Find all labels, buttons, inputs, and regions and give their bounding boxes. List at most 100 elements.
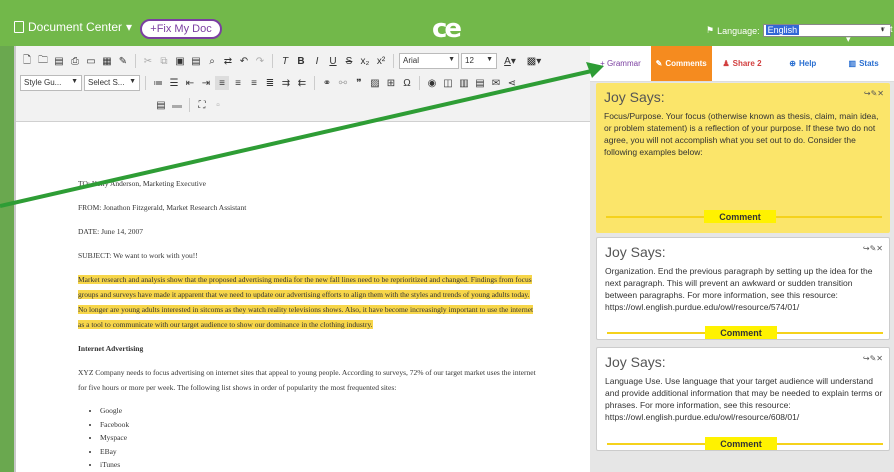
iframe-icon[interactable]: ▤ <box>473 76 487 90</box>
section-heading: Internet Advertising <box>78 344 144 353</box>
paste-text-icon[interactable]: ▤ <box>189 54 203 68</box>
print-icon[interactable]: ⎙ <box>68 54 82 68</box>
direction-rtl-icon[interactable]: ⇇ <box>295 76 309 90</box>
list-item: Myspace <box>100 431 538 445</box>
comment-card[interactable]: Joy Says: ↪✎✕ Organization. End the prev… <box>596 237 890 340</box>
bullet-list-icon[interactable]: ☰ <box>167 76 181 90</box>
paragraph-highlighted: Market research and analysis show that t… <box>78 272 538 332</box>
highlighted-text[interactable]: Market research and analysis show that t… <box>78 275 534 329</box>
help-icon: ⊕ <box>789 59 796 68</box>
flag-icon: ⚑ <box>706 25 715 35</box>
superscript-icon[interactable]: x² <box>374 54 388 68</box>
document-center-label: Document Center <box>28 20 123 34</box>
justify-icon[interactable]: ≣ <box>263 76 277 90</box>
style-value: Style Gu... <box>24 78 62 87</box>
toolbar-row-1: 🗋 🗀 ▤ ⎙ ▭ ▦ ✎ ✂ ⧉ ▣ ▤ ⌕ ⇄ ↶ ↷ T B I U S … <box>20 52 545 70</box>
separator <box>272 54 273 68</box>
edit-icon[interactable]: ✎ <box>116 54 130 68</box>
tab-comments-label: Comments <box>665 59 707 68</box>
close-icon[interactable]: ✕ <box>876 354 883 363</box>
paste-icon[interactable]: ▣ <box>173 54 187 68</box>
font-size-value: 12 <box>465 56 474 65</box>
text-color-icon[interactable]: A ▾ <box>499 54 521 68</box>
tab-comments[interactable]: ✎ Comments <box>650 46 712 81</box>
align-center-icon[interactable]: ≡ <box>231 76 245 90</box>
page-break-icon[interactable]: ▥ <box>457 76 471 90</box>
numbered-list-icon[interactable]: ≔ <box>151 76 165 90</box>
redo-icon[interactable]: ↷ <box>253 54 267 68</box>
my-account-menu[interactable]: My Account ▾ <box>846 24 894 45</box>
comment-button[interactable]: Comment <box>705 326 777 339</box>
subscript-icon[interactable]: x₂ <box>358 54 372 68</box>
font-select[interactable]: Arial ▼ <box>399 53 459 69</box>
list-item: Google <box>100 404 538 418</box>
separator <box>135 54 136 68</box>
blockquote-icon[interactable]: ❞ <box>352 76 366 90</box>
source-icon[interactable]: ▤ <box>154 98 168 112</box>
align-left-icon[interactable]: ≡ <box>215 76 229 90</box>
table-icon[interactable]: ⊞ <box>384 76 398 90</box>
comment-button[interactable]: Comment <box>704 210 776 223</box>
indent-icon[interactable]: ⇥ <box>199 76 213 90</box>
link-icon[interactable]: ⚭ <box>320 76 334 90</box>
toolbar-row-2: Style Gu... ▼ Select S... ▼ ≔ ☰ ⇤ ⇥ ≡ ≡ ≡ … <box>20 74 519 92</box>
toolbar-row-3: ▤ ▬ ⛶ ▫ <box>154 96 225 114</box>
fix-my-doc-button[interactable]: +Fix My Doc <box>140 19 222 39</box>
document-page[interactable]: TO: Kelly Anderson, Marketing Executive … <box>78 176 538 472</box>
open-icon[interactable]: 🗀 <box>36 54 50 68</box>
special-char-icon[interactable]: Ω <box>400 76 414 90</box>
separator <box>145 76 146 90</box>
style-select[interactable]: Style Gu... ▼ <box>20 75 82 91</box>
document-props-icon[interactable]: ◫ <box>441 76 455 90</box>
reply-icon[interactable]: ↪ <box>863 244 870 253</box>
copy-icon[interactable]: ⧉ <box>157 54 171 68</box>
email-icon[interactable]: ✉ <box>489 76 503 90</box>
strikethrough-icon[interactable]: S <box>342 54 356 68</box>
undo-icon[interactable]: ↶ <box>237 54 251 68</box>
bold-icon[interactable]: B <box>294 54 308 68</box>
comment-actions: ↪✎✕ <box>863 354 883 363</box>
align-right-icon[interactable]: ≡ <box>247 76 261 90</box>
close-icon[interactable]: ✕ <box>876 244 883 253</box>
separator <box>189 98 190 112</box>
list-item: Facebook <box>100 418 538 432</box>
reply-icon[interactable]: ↪ <box>863 354 870 363</box>
tab-grammar[interactable]: + Grammar <box>590 46 651 81</box>
italic-icon[interactable]: I <box>310 54 324 68</box>
clear-format-icon[interactable]: T <box>278 54 292 68</box>
outdent-icon[interactable]: ⇤ <box>183 76 197 90</box>
image-icon[interactable]: ▨ <box>368 76 382 90</box>
blocks-icon[interactable]: ▫ <box>211 98 225 112</box>
unlink-icon[interactable]: ⚯ <box>336 76 350 90</box>
comment-icon[interactable]: ▬ <box>170 98 184 112</box>
tab-share[interactable]: ♟ Share 2 <box>712 46 773 81</box>
save-icon[interactable]: ▤ <box>52 54 66 68</box>
top-bar: Document Center ▾ +Fix My Doc ce ⚑ Langu… <box>0 0 894 46</box>
reply-icon[interactable]: ↪ <box>864 89 871 98</box>
share-icon[interactable]: ⋖ <box>505 76 519 90</box>
tab-stats[interactable]: ▥ Stats <box>833 46 894 81</box>
comment-card[interactable]: Joy Says: ↪✎✕ Focus/Purpose. Your focus … <box>596 83 890 233</box>
find-icon[interactable]: ⌕ <box>205 54 219 68</box>
comment-button[interactable]: Comment <box>705 437 777 450</box>
templates-icon[interactable]: ▦ <box>100 54 114 68</box>
underline-icon[interactable]: U <box>326 54 340 68</box>
tab-help[interactable]: ⊕ Help <box>772 46 833 81</box>
close-icon[interactable]: ✕ <box>877 89 884 98</box>
separator <box>393 54 394 68</box>
editor-toolbar: 🗋 🗀 ▤ ⎙ ▭ ▦ ✎ ✂ ⧉ ▣ ▤ ⌕ ⇄ ↶ ↷ T B I U S … <box>16 46 592 122</box>
maximize-icon[interactable]: ⛶ <box>195 98 209 112</box>
separator <box>314 76 315 90</box>
spellcheck-icon[interactable]: ◉ <box>425 76 439 90</box>
font-size-select[interactable]: 12 ▼ <box>461 53 497 69</box>
replace-icon[interactable]: ⇄ <box>221 54 235 68</box>
comment-text: Language Use. Use language that your tar… <box>605 376 883 422</box>
background-color-icon[interactable]: ▩▾ <box>523 54 545 68</box>
document-center-menu[interactable]: Document Center ▾ <box>14 20 132 34</box>
preview-icon[interactable]: ▭ <box>84 54 98 68</box>
spellcheck-select[interactable]: Select S... ▼ <box>84 75 140 91</box>
new-document-icon[interactable]: 🗋 <box>20 54 34 68</box>
comment-card[interactable]: Joy Says: ↪✎✕ Language Use. Use language… <box>596 347 890 451</box>
cut-icon[interactable]: ✂ <box>141 54 155 68</box>
direction-ltr-icon[interactable]: ⇉ <box>279 76 293 90</box>
